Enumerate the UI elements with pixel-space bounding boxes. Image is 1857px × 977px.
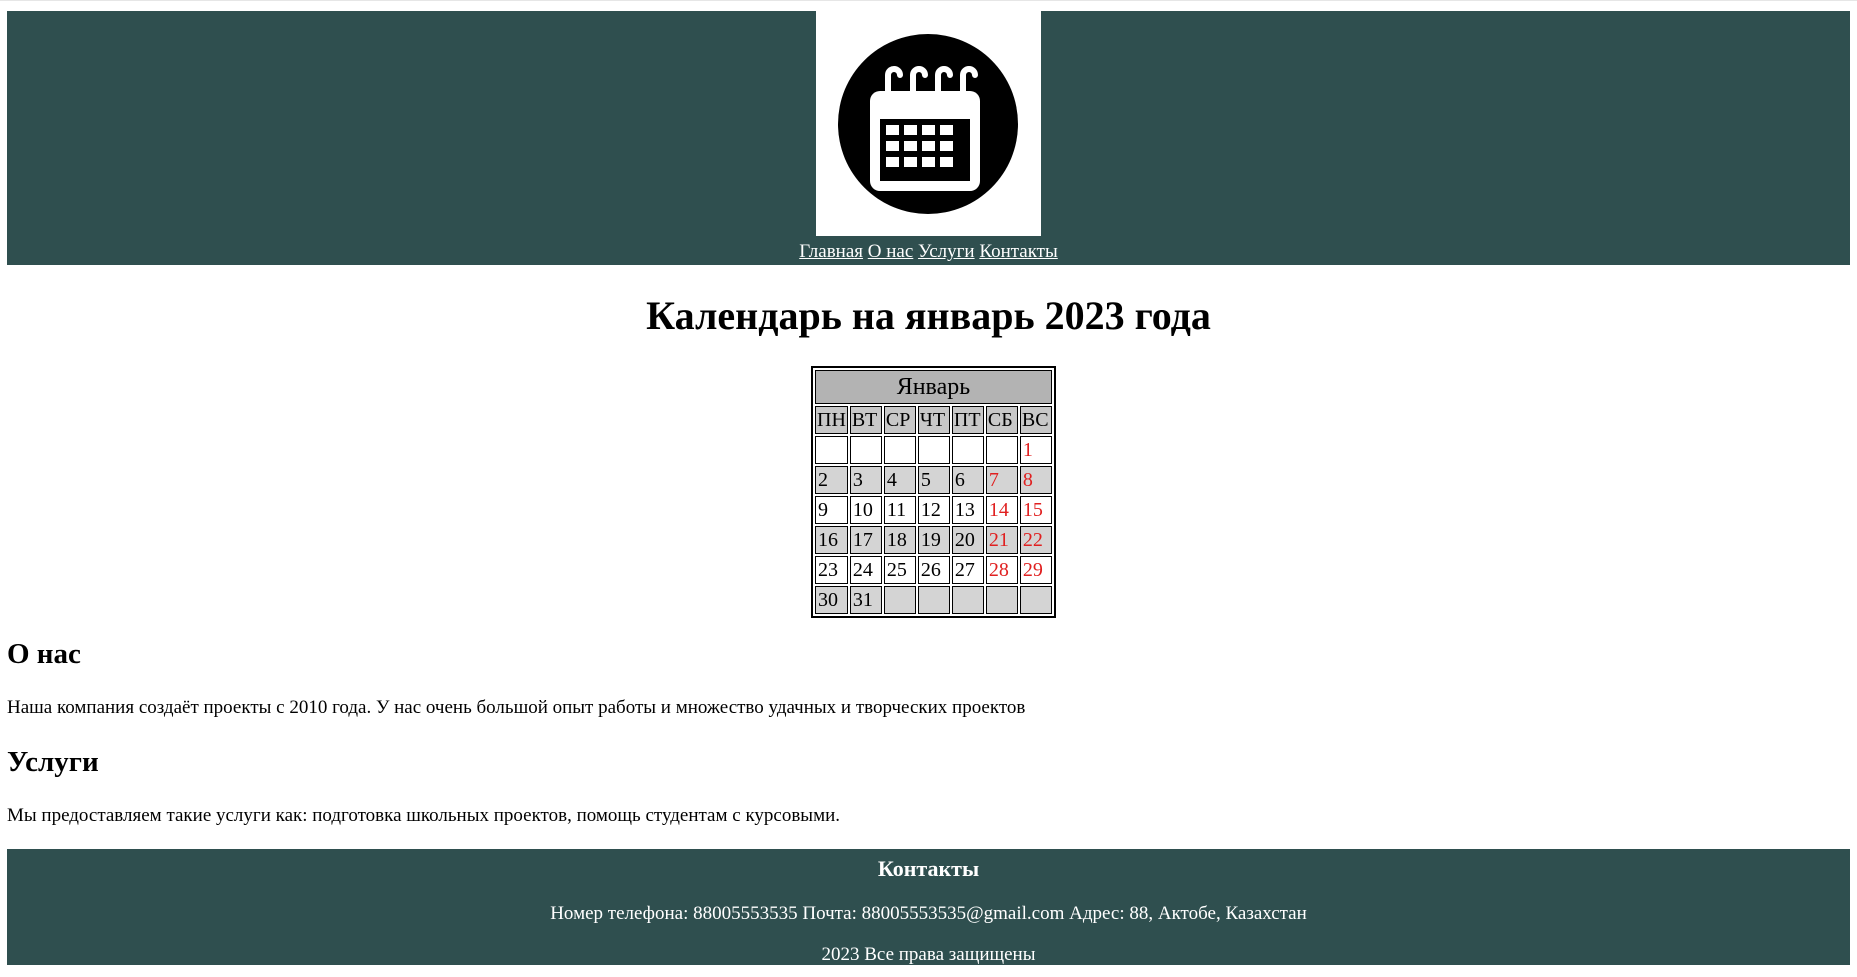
calendar-week: 2 3 4 5 6 7 8 (815, 466, 1052, 494)
day-cell: 6 (951, 466, 984, 494)
day-cell: 1 (1019, 436, 1052, 464)
day-cell (883, 436, 916, 464)
day-cell (951, 586, 984, 614)
day-cell: 22 (1019, 526, 1052, 554)
page-title: Календарь на январь 2023 года (646, 293, 1211, 338)
contact-info: Номер телефона: 88005553535 Почта: 88005… (550, 903, 1307, 924)
day-cell: 17 (849, 526, 882, 554)
footer-heading: Контакты (877, 856, 980, 881)
day-name: СБ (985, 406, 1018, 434)
day-cell: 31 (849, 586, 882, 614)
day-cell: 26 (917, 556, 950, 584)
about-heading: О нас (7, 638, 81, 670)
day-cell: 25 (883, 556, 916, 584)
day-cell: 18 (883, 526, 916, 554)
site-header: Главная О нас Услуги Контакты (7, 11, 1850, 265)
site-footer: Контакты Номер телефона: 88005553535 Поч… (7, 849, 1850, 965)
calendar-icon (838, 34, 1018, 214)
day-name: ВС (1019, 406, 1052, 434)
day-cell: 12 (917, 496, 950, 524)
day-cell: 8 (1019, 466, 1052, 494)
day-cell: 27 (951, 556, 984, 584)
day-cell: 24 (849, 556, 882, 584)
calendar-week: 23 24 25 26 27 28 29 (815, 556, 1052, 584)
day-cell: 14 (985, 496, 1018, 524)
nav-link-contacts[interactable]: Контакты (979, 241, 1057, 262)
day-cell: 9 (815, 496, 848, 524)
day-cell: 2 (815, 466, 848, 494)
day-cell: 13 (951, 496, 984, 524)
calendar-month: Январь (815, 370, 1052, 404)
nav-link-about[interactable]: О нас (868, 241, 914, 262)
day-cell: 16 (815, 526, 848, 554)
copyright: 2023 Все права защищены (821, 944, 1036, 965)
top-divider (0, 0, 1857, 1)
day-cell: 30 (815, 586, 848, 614)
calendar-week: 16 17 18 19 20 21 22 (815, 526, 1052, 554)
day-cell (1019, 586, 1052, 614)
day-cell: 20 (951, 526, 984, 554)
day-name: ПН (815, 406, 848, 434)
day-cell (849, 436, 882, 464)
day-name: ПТ (951, 406, 984, 434)
day-cell: 21 (985, 526, 1018, 554)
nav-link-services[interactable]: Услуги (918, 241, 975, 262)
day-cell (815, 436, 848, 464)
day-cell (951, 436, 984, 464)
day-cell (917, 586, 950, 614)
day-name: СР (883, 406, 916, 434)
day-cell: 19 (917, 526, 950, 554)
calendar-week: 9 10 11 12 13 14 15 (815, 496, 1052, 524)
day-name: ЧТ (917, 406, 950, 434)
day-cell: 28 (985, 556, 1018, 584)
day-cell (917, 436, 950, 464)
day-name: ВТ (849, 406, 882, 434)
calendar-week: 1 (815, 436, 1052, 464)
day-cell (883, 586, 916, 614)
logo (816, 11, 1041, 236)
day-cell: 10 (849, 496, 882, 524)
calendar-table: Январь ПН ВТ СР ЧТ ПТ СБ ВС 1 2 3 4 5 6 … (811, 366, 1056, 618)
day-cell: 7 (985, 466, 1018, 494)
main-nav: Главная О нас Услуги Контакты (7, 241, 1850, 263)
about-text: Наша компания создаёт проекты с 2010 год… (7, 697, 1026, 718)
day-cell: 29 (1019, 556, 1052, 584)
day-cell: 15 (1019, 496, 1052, 524)
day-cell: 11 (883, 496, 916, 524)
services-text: Мы предоставляем такие услуги как: подго… (7, 805, 841, 826)
day-cell: 4 (883, 466, 916, 494)
day-cell: 3 (849, 466, 882, 494)
services-heading: Услуги (7, 746, 99, 778)
calendar-week: 30 31 (815, 586, 1052, 614)
nav-link-home[interactable]: Главная (799, 241, 863, 262)
day-cell: 23 (815, 556, 848, 584)
day-cell: 5 (917, 466, 950, 494)
day-cell (985, 436, 1018, 464)
day-cell (985, 586, 1018, 614)
